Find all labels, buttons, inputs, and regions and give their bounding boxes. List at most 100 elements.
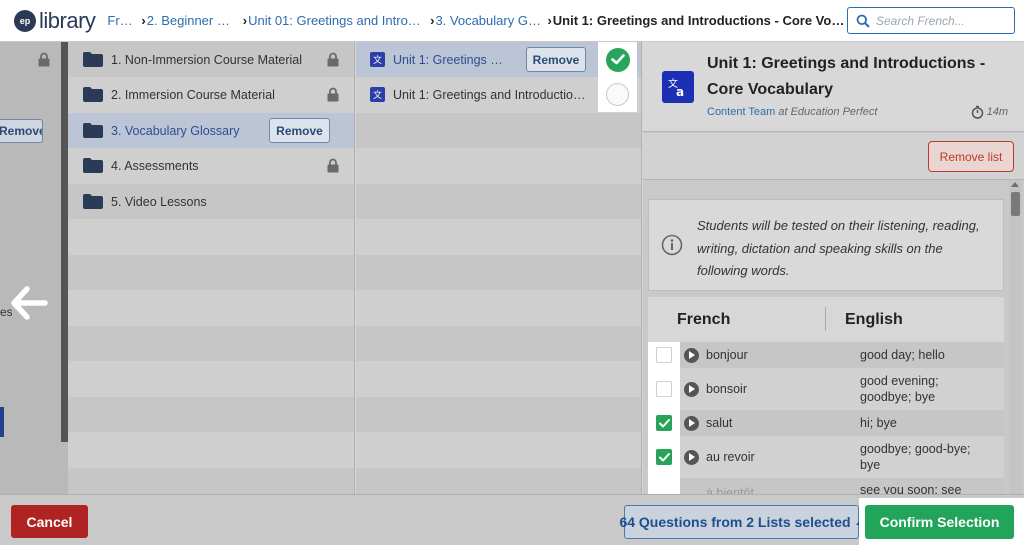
folder-icon [83,87,103,102]
breadcrumb-french[interactable]: Fre… [107,13,135,28]
svg-text:a: a [676,85,684,98]
duration-value: 14m [986,106,1008,118]
word-checkbox[interactable] [656,347,672,363]
folder-icon [83,158,103,173]
chevron-right-icon: › [141,13,146,28]
play-audio-icon[interactable] [684,347,699,363]
folder-row-non-immersion[interactable]: 1. Non-Immersion Course Material [68,42,354,77]
detail-scrollbar[interactable] [1009,180,1022,494]
remove-folder-button[interactable]: Remove [269,118,330,143]
breadcrumb-unit01[interactable]: Unit 01: Greetings and Introdu… [248,13,424,28]
remove-list-row-button[interactable]: Remove [526,47,586,72]
folder-label: 2. Immersion Course Material [111,87,275,102]
sliver-scrollbar[interactable] [61,42,68,442]
detail-author: Content Team at Education Perfect [707,106,877,118]
scrollbar-thumb[interactable] [1011,192,1020,216]
word-checkbox[interactable] [656,381,672,397]
empty-row [356,255,641,290]
top-bar: ep library Fre… › 2. Beginner Fr… › Unit… [0,0,1024,42]
confirm-selection-button[interactable]: Confirm Selection [865,505,1014,539]
play-audio-icon[interactable] [684,415,699,431]
folder-row-immersion[interactable]: 2. Immersion Course Material [68,77,354,112]
list-label: Unit 1: Greetings and Introductions - Co… [393,52,505,67]
word-row: bonjour good day; hello [648,342,1004,368]
list-detail-panel: 文a Unit 1: Greetings and Introductions -… [643,42,1024,494]
breadcrumb: Fre… › 2. Beginner Fr… › Unit 01: Greeti… [107,13,844,28]
cancel-button[interactable]: Cancel [11,505,88,538]
folder-icon [83,194,103,209]
empty-row [68,397,354,432]
logo-text: library [39,7,96,33]
folder-label: 1. Non-Immersion Course Material [111,52,303,67]
check-circle-icon [605,47,630,72]
checkbox-cell [648,478,680,494]
word-english: good evening; goodbye; bye [860,374,939,404]
word-row: salut hi; bye [648,410,1004,436]
word-table-header: French English [648,297,1004,342]
list-select-unchecked[interactable] [598,77,637,112]
info-text: Students will be tested on their listeni… [697,218,980,278]
detail-actions: Remove list [643,133,1024,180]
info-icon [661,234,683,256]
folder-label: 3. Vocabulary Glossary [111,123,240,138]
folder-row-vocabulary-glossary[interactable]: 3. Vocabulary Glossary Remove [68,113,354,148]
list-select-checked[interactable] [598,42,637,77]
footer-bar: Cancel 64 Questions from 2 Lists selecte… [0,494,1024,545]
ep-library-logo[interactable]: ep library [14,7,96,34]
checkbox-cell [648,436,680,478]
word-row: bonsoir good evening; goodbye; bye [648,368,1004,410]
play-audio-icon[interactable] [684,381,699,397]
checkbox-cell [648,410,680,436]
empty-row [68,255,354,290]
breadcrumb-beginner[interactable]: 2. Beginner Fr… [147,13,237,28]
folder-row-assessments[interactable]: 4. Assessments [68,148,354,183]
sliver-row[interactable] [0,42,68,77]
sliver-remove-button[interactable]: Remove [0,119,43,143]
search-icon [856,14,870,28]
word-row: au revoir goodbye; good-bye; bye [648,436,1004,478]
word-english: good day; hello [860,348,945,362]
play-audio-icon[interactable] [684,449,699,465]
folder-label: 4. Assessments [111,158,199,173]
sliver-accent [0,407,4,437]
translate-icon: 文 [370,52,385,67]
checkbox-cell [648,342,680,368]
author-link[interactable]: Content Team [707,106,775,118]
search-box[interactable] [847,7,1015,34]
word-checkbox-checked[interactable] [656,449,672,465]
list-label: Unit 1: Greetings and Introductions - Ex… [393,87,588,102]
sliver-partial-text: es [0,305,12,319]
folder-row-video-lessons[interactable]: 5. Video Lessons [68,184,354,219]
word-french: salut [706,416,733,430]
scroll-up-icon[interactable] [1011,182,1019,187]
breadcrumb-vocab-glossary[interactable]: 3. Vocabulary Glo… [435,13,541,28]
word-checkbox-checked[interactable] [656,415,672,431]
back-arrow-icon[interactable] [10,286,48,320]
stopwatch-icon [971,105,983,119]
breadcrumb-current: Unit 1: Greetings and Introductions - Co… [552,13,845,28]
chevron-right-icon: › [242,13,248,28]
empty-row [68,326,354,361]
selection-summary-button[interactable]: 64 Questions from 2 Lists selected [619,505,864,539]
lock-icon [327,158,339,173]
list-column: 文 Unit 1: Greetings and Introductions - … [356,42,642,503]
empty-row [356,397,641,432]
folder-icon [83,52,103,67]
lock-icon [38,52,50,67]
remove-list-button[interactable]: Remove list [928,141,1014,172]
folder-column: 1. Non-Immersion Course Material 2. Imme… [68,42,355,503]
column-header-french: French [677,311,731,328]
ep-logo-icon: ep [14,9,36,32]
duration: 14m [971,105,1008,119]
author-org: at Education Perfect [778,106,878,118]
folder-label: 5. Video Lessons [111,194,207,209]
word-row: à bientôt see you soon; see [648,478,1004,494]
empty-row [356,326,641,361]
translate-icon: 文 [370,87,385,102]
chevron-right-icon: › [547,13,552,28]
word-french: au revoir [706,450,755,464]
detail-header: 文a Unit 1: Greetings and Introductions -… [643,42,1024,132]
word-french: bonsoir [706,382,747,396]
search-input[interactable] [876,13,1006,28]
word-french: à bientôt [706,486,754,494]
